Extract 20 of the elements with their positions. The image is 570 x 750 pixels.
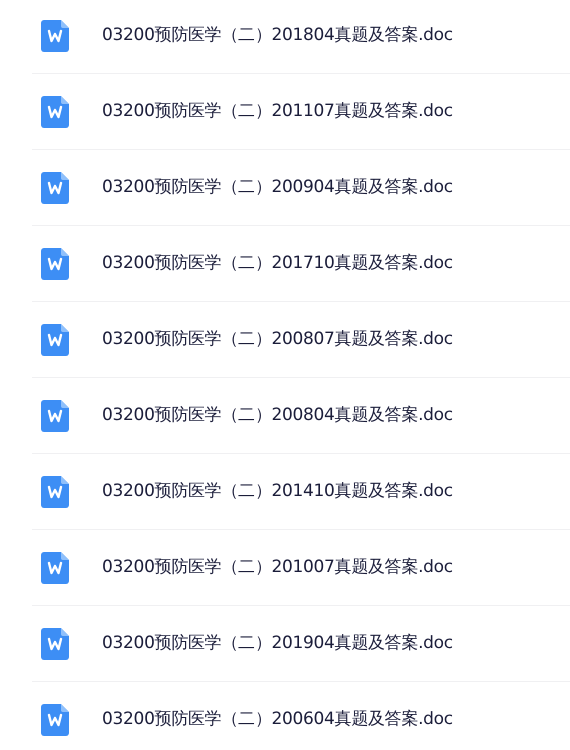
document-icon[interactable] — [41, 248, 69, 280]
file-name[interactable]: 03200预防医学（二）200604真题及答案.doc — [102, 707, 453, 733]
file-name[interactable]: 03200预防医学（二）201710真题及答案.doc — [102, 250, 453, 276]
file-name[interactable]: 03200预防医学（二）201804真题及答案.doc — [102, 22, 453, 48]
document-icon[interactable] — [41, 476, 69, 508]
file-name[interactable]: 03200预防医学（二）201904真题及答案.doc — [102, 630, 453, 656]
document-icon[interactable] — [41, 628, 69, 660]
document-icon[interactable] — [41, 20, 69, 52]
document-icon[interactable] — [41, 400, 69, 432]
document-icon[interactable] — [41, 704, 69, 736]
file-name[interactable]: 03200预防医学（二）201107真题及答案.doc — [102, 98, 453, 124]
document-icon[interactable] — [41, 324, 69, 356]
file-name[interactable]: 03200预防医学（二）201410真题及答案.doc — [102, 478, 453, 504]
file-name[interactable]: 03200预防医学（二）200904真题及答案.doc — [102, 174, 453, 200]
file-name[interactable]: 03200预防医学（二）200804真题及答案.doc — [102, 402, 453, 428]
file-name[interactable]: 03200预防医学（二）201007真题及答案.doc — [102, 554, 453, 580]
document-icon[interactable] — [41, 172, 69, 204]
file-name[interactable]: 03200预防医学（二）200807真题及答案.doc — [102, 326, 453, 352]
document-icon[interactable] — [41, 552, 69, 584]
document-icon[interactable] — [41, 96, 69, 128]
